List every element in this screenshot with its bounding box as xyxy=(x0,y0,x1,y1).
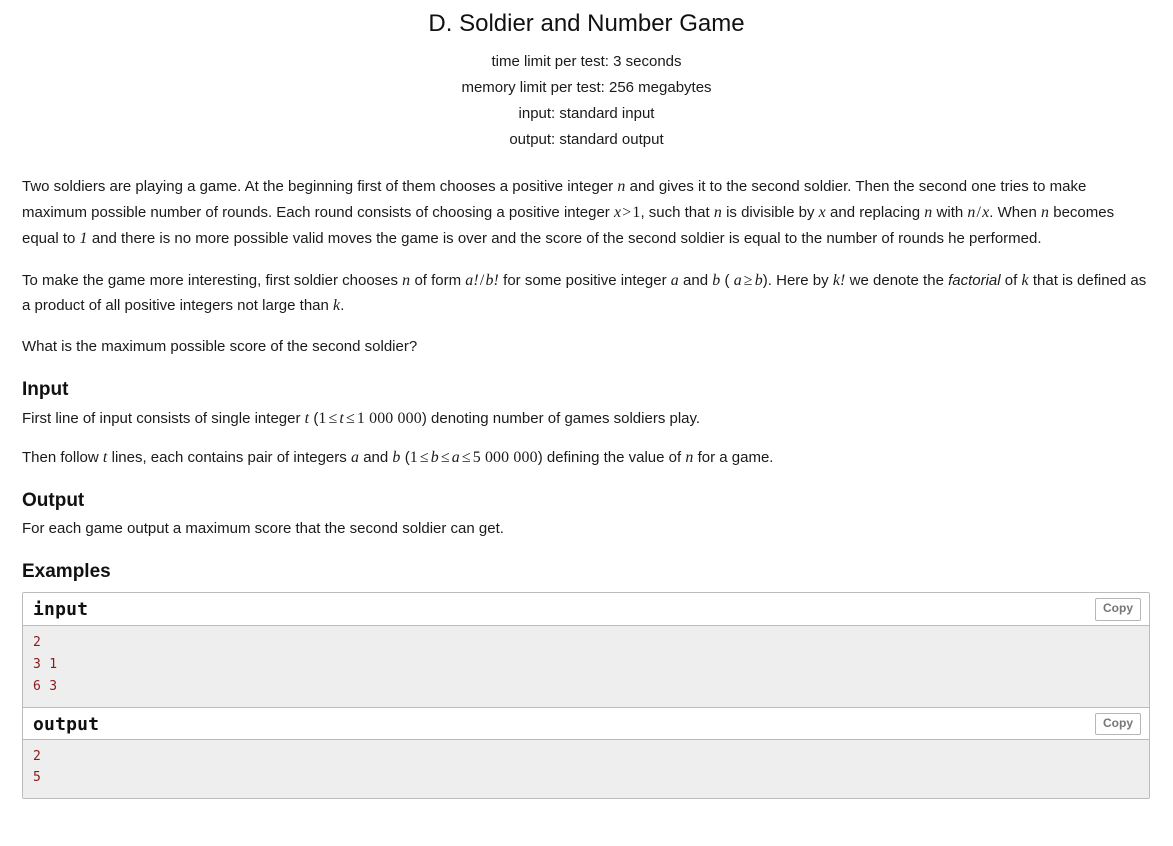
math-var-a: a xyxy=(451,448,460,466)
text-fragment: for a game. xyxy=(693,448,774,466)
math-b: b xyxy=(392,448,401,466)
input-specification-section: Input First line of input consists of si… xyxy=(22,378,1151,471)
math-operator-leq: ≤ xyxy=(440,448,450,466)
input-spec-line: input: standard input xyxy=(518,104,655,122)
sample-test-box: input Copy 2 3 1 6 3 output Copy 2 5 xyxy=(22,592,1150,799)
sample-output-header: output Copy xyxy=(23,706,1149,739)
math-var-a: a xyxy=(733,271,742,289)
text-fragment: and xyxy=(359,448,393,466)
examples-section: Examples input Copy 2 3 1 6 3 output Cop… xyxy=(22,560,1151,799)
output-paragraph-1: For each game output a maximum score tha… xyxy=(22,520,504,538)
text-fragment: lines, each contains pair of integers xyxy=(107,448,351,466)
text-fragment: ) defining the value of xyxy=(537,448,686,466)
emphasis-factorial: factorial xyxy=(948,271,1001,289)
math-constraint-t: 1 ≤ t ≤1 000 000 xyxy=(318,410,421,427)
examples-heading: Examples xyxy=(22,560,111,582)
math-n-over-x: n/x xyxy=(967,204,989,221)
problem-statement-page: D. Soldier and Number Game time limit pe… xyxy=(0,0,1173,799)
text-fragment: First line of input consists of single i… xyxy=(22,410,305,428)
text-fragment: of form xyxy=(410,271,466,289)
sample-input-data[interactable]: 2 3 1 6 3 xyxy=(23,625,1149,707)
math-upper-bound: 1 000 000 xyxy=(356,410,422,428)
problem-header: D. Soldier and Number Game time limit pe… xyxy=(22,0,1151,152)
input-paragraph-1: First line of input consists of single i… xyxy=(22,406,1151,432)
sample-output-data[interactable]: 2 5 xyxy=(23,738,1149,798)
math-operator-leq: ≤ xyxy=(345,410,355,428)
text-fragment: we denote the xyxy=(845,271,949,289)
output-section-heading: Output xyxy=(22,489,85,511)
math-a-factorial: a! xyxy=(465,271,479,289)
math-a-fact-over-b-fact: a!/b! xyxy=(465,272,499,289)
math-k: k xyxy=(1021,271,1029,289)
sample-input-header: input Copy xyxy=(23,593,1149,626)
math-var-b: b xyxy=(754,271,763,289)
text-fragment: and replacing xyxy=(825,204,925,222)
input-paragraph-2: Then follow t lines, each contains pair … xyxy=(22,445,1151,471)
math-number-1: 1 xyxy=(79,229,88,247)
math-var-b: b xyxy=(430,448,439,466)
text-fragment: and there is no more possible valid move… xyxy=(87,229,1042,247)
input-section-heading: Input xyxy=(22,378,69,400)
text-fragment: ( xyxy=(400,448,410,466)
text-fragment: for some positive integer xyxy=(499,271,671,289)
math-operator-leq: ≤ xyxy=(328,410,338,428)
math-n: n xyxy=(1040,204,1050,222)
sample-input-label: input xyxy=(33,599,89,621)
sample-output-section: output Copy 2 5 xyxy=(23,706,1149,798)
copy-output-button[interactable]: Copy xyxy=(1095,712,1141,735)
text-fragment: Then follow xyxy=(22,448,103,466)
legend-paragraph-3: What is the maximum possible score of th… xyxy=(22,338,418,356)
text-fragment: , such that xyxy=(640,204,714,222)
text-fragment: . When xyxy=(989,204,1041,222)
math-n: n xyxy=(713,204,722,222)
text-fragment: Two soldiers are playing a game. At the … xyxy=(22,178,618,196)
math-lower-bound: 1 xyxy=(318,410,327,428)
sample-output-label: output xyxy=(33,713,100,735)
text-fragment: with xyxy=(932,204,968,222)
math-b-factorial: b! xyxy=(485,271,499,289)
text-fragment: of xyxy=(1000,271,1022,289)
math-upper-bound: 5 000 000 xyxy=(472,448,538,466)
text-fragment: To make the game more interesting, first… xyxy=(22,271,403,289)
copy-input-button[interactable]: Copy xyxy=(1095,598,1141,621)
output-spec-line: output: standard output xyxy=(509,130,664,148)
math-a: a xyxy=(670,271,679,289)
math-k-factorial: k! xyxy=(832,271,846,289)
math-x: x xyxy=(818,204,826,222)
output-specification-section: Output For each game output a maximum sc… xyxy=(22,489,1151,542)
math-a: a xyxy=(350,448,360,466)
time-limit-line: time limit per test: 3 seconds xyxy=(491,53,682,71)
text-fragment: and xyxy=(678,271,713,289)
text-fragment: ) denoting number of games soldiers play… xyxy=(421,410,701,428)
math-operator-leq: ≤ xyxy=(419,448,429,466)
text-fragment: is divisible by xyxy=(721,204,819,222)
text-fragment: ( xyxy=(720,271,734,289)
math-x-gt-1: x>1 xyxy=(614,204,640,221)
page-title: D. Soldier and Number Game xyxy=(428,10,745,37)
math-operator-geq: ≥ xyxy=(743,271,753,289)
math-a-geq-b: a ≥ b xyxy=(734,272,763,289)
legend-paragraph-1: Two soldiers are playing a game. At the … xyxy=(22,174,1151,251)
math-operator-leq: ≤ xyxy=(461,448,471,466)
math-lower-bound: 1 xyxy=(409,448,418,466)
text-fragment: ). Here by xyxy=(762,271,833,289)
text-fragment: . xyxy=(340,297,345,315)
legend-paragraph-2: To make the game more interesting, first… xyxy=(22,268,1151,320)
text-fragment: ( xyxy=(309,410,319,428)
math-constraint-a-b: 1 ≤ b ≤ a ≤5 000 000 xyxy=(410,449,538,466)
memory-limit-line: memory limit per test: 256 megabytes xyxy=(461,78,712,96)
sample-input-section: input Copy 2 3 1 6 3 xyxy=(23,593,1149,707)
math-operator-gt: > xyxy=(622,204,632,222)
problem-legend: Two soldiers are playing a game. At the … xyxy=(22,152,1151,359)
